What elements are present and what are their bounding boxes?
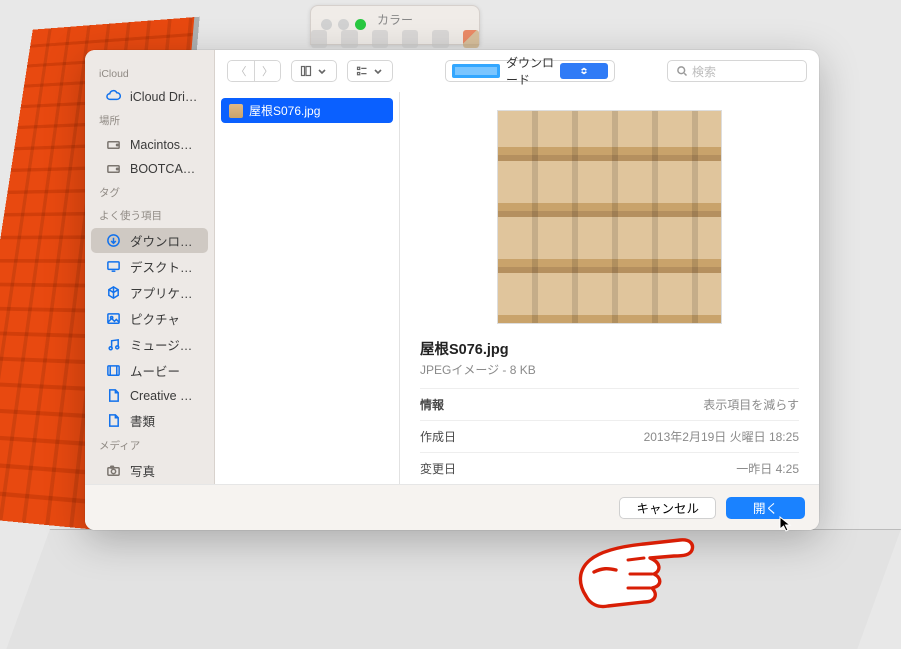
preview-image [497, 110, 722, 324]
movie-icon [105, 362, 122, 379]
sidebar-item-downloads[interactable]: ダウンロード [91, 228, 208, 253]
sidebar-group-label: 場所 [85, 109, 214, 132]
location-popup[interactable]: ダウンロード [445, 60, 615, 82]
cloud-icon [105, 88, 122, 105]
sidebar-item-music[interactable]: ミュージック [91, 332, 208, 357]
list-item[interactable]: 屋根S076.jpg [221, 98, 393, 123]
file-icon [105, 412, 122, 429]
sidebar-item-label: 書類 [130, 411, 155, 430]
sidebar-item-label: BOOTCAMP [130, 162, 198, 176]
nav-forward-button[interactable]: 〉 [254, 61, 280, 81]
chevron-updown-icon [560, 63, 608, 79]
annotation-pointing-hand [572, 526, 702, 621]
search-placeholder: 検索 [692, 63, 716, 80]
view-mode-select[interactable] [291, 60, 337, 82]
sidebar-item-creative-cloud[interactable]: Creative Cl… [91, 384, 208, 407]
hdd-icon [105, 160, 122, 177]
traffic-close-icon [321, 19, 332, 30]
sidebar-item-label: ミュージック [130, 335, 198, 354]
desktop-icon [105, 258, 122, 275]
app-icon [105, 284, 122, 301]
camera-icon [105, 462, 122, 479]
color-panel-window: カラー [310, 5, 480, 45]
picture-icon [105, 310, 122, 327]
sidebar-item-label: iCloud Drive [130, 90, 198, 104]
color-mode-icon [341, 30, 357, 48]
folder-icon [452, 64, 500, 78]
sidebar-item-label: ダウンロード [130, 231, 198, 250]
model-floor [6, 529, 901, 649]
file-name: 屋根S076.jpg [249, 102, 320, 119]
info-key: 作成日 [420, 428, 456, 445]
sidebar-item-label: Macintosh… [130, 138, 198, 152]
traffic-zoom-icon [355, 19, 366, 30]
nav-back-button[interactable]: 〈 [228, 61, 254, 81]
color-mode-icon [432, 30, 448, 48]
sidebar-item-documents[interactable]: 書類 [91, 408, 208, 433]
color-mode-icon [311, 30, 327, 48]
sidebar-item-label: ピクチャ [130, 309, 180, 328]
info-key: 変更日 [420, 460, 456, 477]
search-input[interactable]: 検索 [667, 60, 807, 82]
sidebar-item-applications[interactable]: アプリケー… [91, 280, 208, 305]
sidebar-item-icloud-drive[interactable]: iCloud Drive [91, 85, 208, 108]
sidebar-item-label: アプリケー… [130, 283, 198, 302]
sidebar-group-label: よく使う項目 [85, 204, 214, 227]
sidebar: iCloud iCloud Drive 場所 Macintosh… BOOTCAMP タグ… [85, 50, 215, 484]
color-mode-icon [372, 30, 388, 48]
info-header: 情報 [420, 396, 444, 413]
preview-pane: 屋根S076.jpg JPEGイメージ - 8 KB 情報 表示項目を減らす 作… [400, 92, 819, 484]
sidebar-group-label: iCloud [85, 64, 214, 84]
cancel-button[interactable]: キャンセル [619, 497, 716, 519]
sidebar-item-label: ムービー [130, 361, 180, 380]
traffic-min-icon [338, 19, 349, 30]
open-file-dialog: iCloud iCloud Drive 場所 Macintosh… BOOTCAMP タグ… [85, 50, 819, 530]
info-value: 一昨日 4:25 [736, 460, 799, 477]
preview-filename: 屋根S076.jpg [420, 338, 799, 359]
toolbar: 〈 〉 ダウンロード [215, 50, 819, 92]
sidebar-group-label: タグ [85, 181, 214, 204]
group-mode-select[interactable] [347, 60, 393, 82]
sidebar-item-label: デスクトップ [130, 257, 198, 276]
sidebar-group-label: メディア [85, 434, 214, 457]
cursor-arrow-icon [779, 516, 795, 532]
sidebar-item-movies[interactable]: ムービー [91, 358, 208, 383]
sidebar-item-desktop[interactable]: デスクトップ [91, 254, 208, 279]
music-icon [105, 336, 122, 353]
sidebar-item-macintosh-hd[interactable]: Macintosh… [91, 133, 208, 156]
sidebar-item-label: 写真 [130, 461, 155, 480]
file-icon [105, 387, 122, 404]
hdd-icon [105, 136, 122, 153]
nav-buttons: 〈 〉 [227, 60, 281, 82]
info-row: 作成日 2013年2月19日 火曜日 18:25 [420, 420, 799, 452]
info-toggle-link[interactable]: 表示項目を減らす [703, 396, 799, 413]
preview-subtitle: JPEGイメージ - 8 KB [420, 361, 799, 378]
color-mode-icon [402, 30, 418, 48]
location-label: ダウンロード [506, 54, 554, 88]
sidebar-item-pictures[interactable]: ピクチャ [91, 306, 208, 331]
download-icon [105, 232, 122, 249]
file-thumbnail-icon [229, 104, 243, 118]
sidebar-item-photos[interactable]: 写真 [91, 458, 208, 483]
sidebar-item-bootcamp[interactable]: BOOTCAMP [91, 157, 208, 180]
dialog-footer: キャンセル 開く [85, 484, 819, 530]
sidebar-item-label: Creative Cl… [130, 389, 198, 403]
file-list[interactable]: 屋根S076.jpg [215, 92, 400, 484]
info-row: 変更日 一昨日 4:25 [420, 452, 799, 484]
info-value: 2013年2月19日 火曜日 18:25 [644, 428, 799, 445]
color-swatch-icon [463, 30, 479, 48]
